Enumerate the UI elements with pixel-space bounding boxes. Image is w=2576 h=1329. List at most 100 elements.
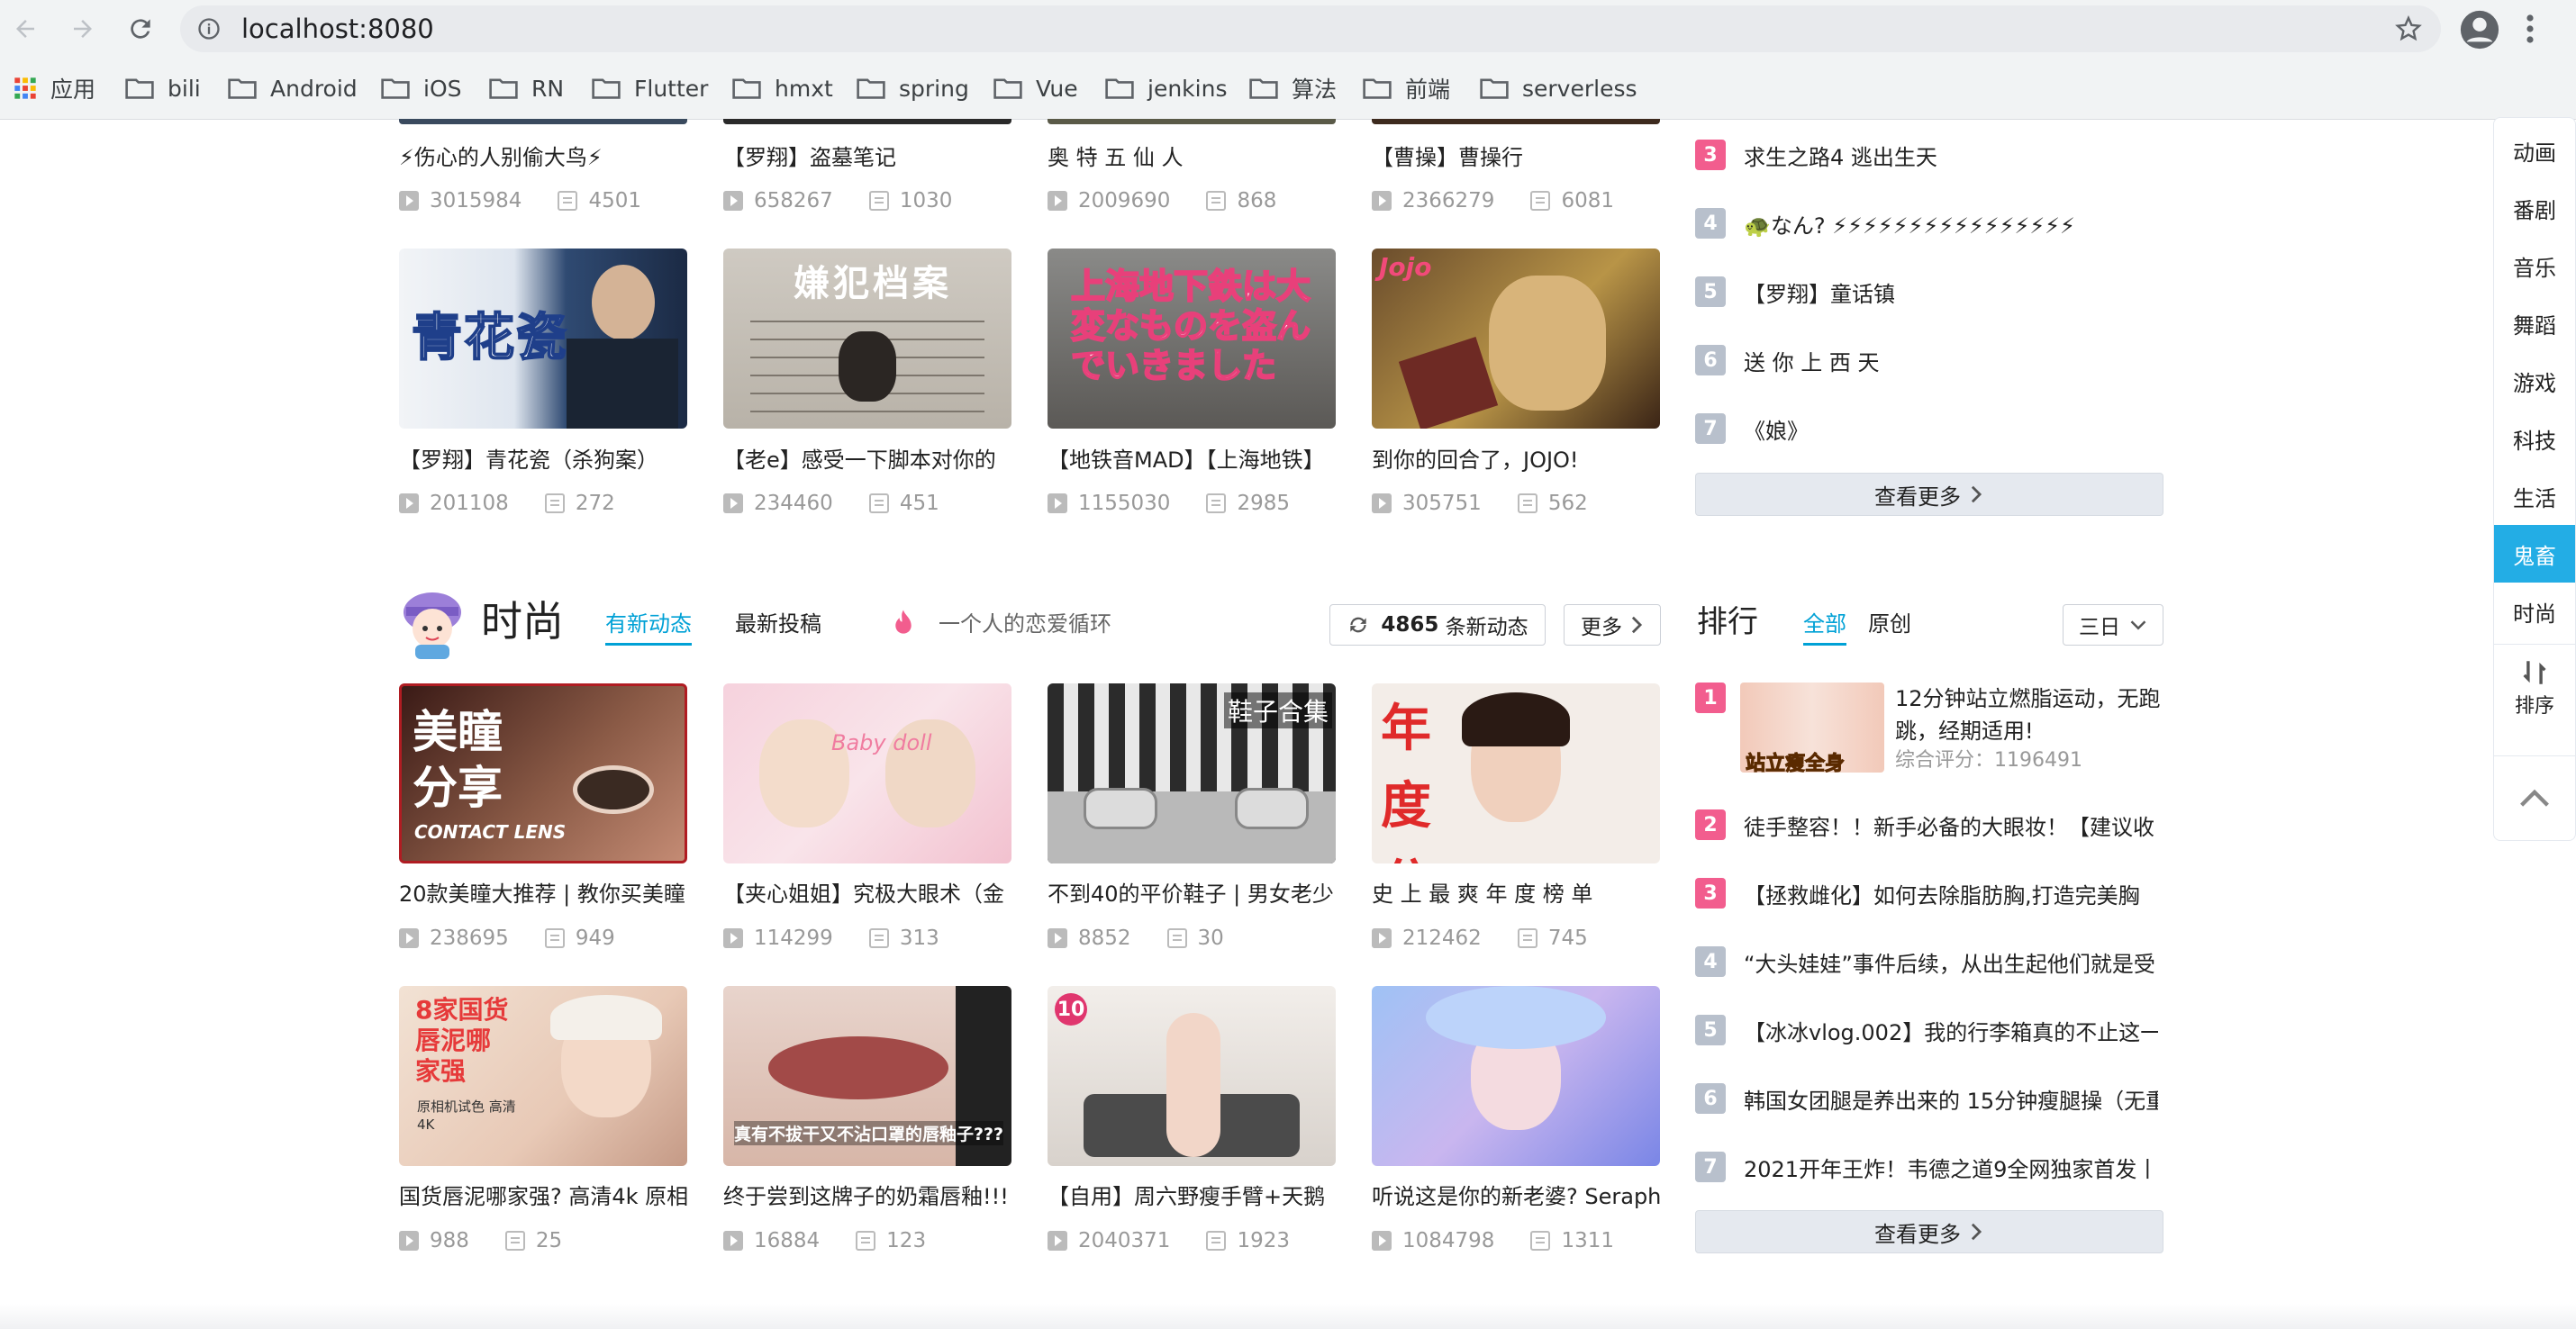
video-title[interactable]: 【老e】感受一下脚本对你的 [723,445,1020,475]
rank-thumbnail[interactable]: 站立瘦全身 [1740,683,1884,773]
bookmark-folder-spring[interactable]: spring [856,72,969,104]
folder-icon [228,78,257,99]
video-thumbnail[interactable]: Jojo [1372,249,1660,429]
person-head [839,331,896,402]
sidenav-item[interactable]: 游戏 [2494,352,2575,410]
video-thumbnail[interactable]: 10 [1048,986,1336,1166]
tab-new-activity[interactable]: 有新动态 [605,609,692,639]
card [1398,337,1499,429]
danmaku-count: 2985 [1237,492,1290,515]
video-title[interactable]: 史 上 最 爽 年 度 榜 单 [1372,879,1669,909]
danmaku-icon [1530,1231,1551,1251]
bookmark-folder-jenkins[interactable]: jenkins [1104,72,1227,104]
sidenav-item[interactable]: 音乐 [2494,237,2575,294]
tab-latest-upload[interactable]: 最新投稿 [735,609,821,639]
back-to-top-button[interactable] [2494,755,2575,841]
video-thumbnail[interactable]: 真有不拔干又不沾口罩的唇釉子??? [723,986,1011,1166]
video-thumbnail[interactable]: 年度分享 [1372,683,1660,863]
url-text[interactable]: localhost:8080 [241,14,434,43]
more-button[interactable]: 更多 [1564,604,1661,646]
forward-button[interactable] [67,13,99,45]
folder-icon [1363,78,1392,99]
video-title[interactable]: 不到40的平价鞋子 | 男女老少 [1048,879,1345,909]
video-thumbnail-cropped[interactable] [399,119,687,124]
rank-item[interactable]: 7 《娘》 [1695,411,2163,447]
tab-rank-original[interactable]: 原创 [1868,609,1911,639]
bookmark-folder-hmxt[interactable]: hmxt [731,72,833,104]
video-thumbnail-cropped[interactable] [723,119,1011,124]
arrow-left-icon [16,20,34,38]
back-button[interactable] [9,13,41,45]
character-face [1489,276,1606,411]
rank-item[interactable]: 6 送 你 上 西 天 [1695,342,2163,378]
view-more-button[interactable]: 查看更多 [1695,1210,2163,1253]
rank-item[interactable]: 2 徒手整容！！新手必备的大眼妆！【建议收 [1695,807,2163,843]
bookmark-apps[interactable]: 应用 [13,72,95,104]
bookmark-folder-algorithm[interactable]: 算法 [1248,72,1337,104]
video-title[interactable]: 听说这是你的新老婆? Seraph [1372,1181,1669,1212]
tab-rank-all[interactable]: 全部 [1803,609,1846,639]
period-dropdown[interactable]: 三日 [2063,604,2163,646]
sidenav-item[interactable]: 科技 [2494,410,2575,467]
video-title[interactable]: 20款美瞳大推荐 | 教你买美瞳 [399,879,696,909]
sidenav-item[interactable]: 生活 [2494,467,2575,525]
sidenav-item[interactable]: 番剧 [2494,179,2575,237]
new-activity-button[interactable]: 4865 条新动态 [1329,604,1546,646]
bookmark-folder-android[interactable]: Android [227,72,358,104]
bookmark-folder-flutter[interactable]: Flutter [591,72,708,104]
sidenav-item[interactable]: 时尚 [2494,583,2575,640]
hot-topic-link[interactable]: 一个人的恋爱循环 [939,609,1111,639]
video-thumbnail[interactable]: 美瞳分享 CONTACT LENS [399,683,687,863]
video-thumbnail[interactable]: 上海地下鉄は大変なものを盗んでいきました [1048,249,1336,429]
rank-item[interactable]: 7 2021开年王炸！韦德之道9全网独家首发丨Z [1695,1149,2163,1185]
video-thumbnail[interactable]: Baby doll [723,683,1011,863]
video-thumbnail-cropped[interactable] [1372,119,1660,124]
rank-item[interactable]: 6 韩国女团腿是养出来的 15分钟瘦腿操（无重 [1695,1080,2163,1117]
video-thumbnail[interactable]: 8家国货唇泥哪家强 原相机试色 高清4K [399,986,687,1166]
rank-item[interactable]: 4 🐢なん? ⚡⚡⚡⚡⚡⚡⚡⚡⚡⚡⚡⚡⚡⚡⚡⚡ [1695,205,2163,241]
video-thumbnail[interactable] [1372,986,1660,1166]
profile-avatar-icon[interactable] [2459,9,2500,54]
rank-item[interactable]: 3 【拯救雌化】如何去除脂肪胸,打造完美胸 [1695,875,2163,911]
video-title[interactable]: 【夹心姐姐】究极大眼术（金 [723,879,1020,909]
video-title[interactable]: 【曹操】曹操行 [1372,142,1669,173]
video-title[interactable]: 【罗翔】盗墓笔记 [723,142,1020,173]
rank-item[interactable]: 5 【罗翔】童话镇 [1695,274,2163,310]
bookmark-label: Vue [1036,75,1078,102]
video-title[interactable]: 国货唇泥哪家强? 高清4k 原相 [399,1181,696,1212]
video-title[interactable]: 【罗翔】青花瓷（杀狗案） [399,445,696,475]
bookmark-folder-ios[interactable]: iOS [380,72,462,104]
bookmark-folder-rn[interactable]: RN [488,72,564,104]
bookmark-folder-vue[interactable]: Vue [993,72,1078,104]
video-title[interactable]: 【地铁音MAD】【上海地铁】 [1048,445,1345,475]
sidenav-item[interactable]: 舞蹈 [2494,294,2575,352]
reload-button[interactable] [124,13,157,45]
view-more-button[interactable]: 查看更多 [1695,473,2163,516]
video-title[interactable]: 奥 特 五 仙 人 [1048,142,1345,173]
rank-item-featured[interactable]: 1 站立瘦全身 12分钟站立燃脂运动，无跑跳，经期适用! 综合评分：119649… [1695,683,2163,776]
video-thumbnail[interactable]: 嫌犯档案 [723,249,1011,429]
rank-item[interactable]: 4 “大头娃娃”事件后续，从出生起他们就是受 [1695,944,2163,980]
video-title[interactable]: 【自用】周六野瘦手臂+天鹅 [1048,1181,1345,1212]
info-icon[interactable] [196,16,222,45]
sidenav-item-active[interactable]: 鬼畜 [2494,525,2575,583]
video-thumbnail[interactable]: 青花瓷 [399,249,687,429]
sort-button[interactable]: 排序 [2494,644,2575,731]
video-thumbnail[interactable]: 鞋子合集 [1048,683,1336,863]
rank-item[interactable]: 5 【冰冰vlog.002】我的行李箱真的不止这一 [1695,1012,2163,1048]
sidenav-item[interactable]: 动画 [2494,122,2575,179]
video-stats: 1084798 1311 [1372,1227,1614,1254]
bookmark-folder-bili[interactable]: bili [124,72,201,104]
video-title[interactable]: 终于尝到这牌子的奶霜唇釉!!! [723,1181,1020,1212]
video-title[interactable]: ⚡伤心的人别偷大鸟⚡ [399,142,696,173]
video-thumbnail-cropped[interactable] [1048,119,1336,124]
rank-item[interactable]: 3 求生之路4 逃出生天 [1695,137,2163,173]
bookmark-folder-serverless[interactable]: serverless [1479,72,1637,104]
kebab-menu-icon[interactable] [2526,13,2535,49]
thumbnail-caption: 10 [1055,993,1087,1026]
bookmark-star-icon[interactable] [2394,14,2423,47]
bookmark-folder-frontend[interactable]: 前端 [1362,72,1450,104]
new-activity-label: 条新动态 [1445,616,1528,639]
address-bar[interactable]: localhost:8080 [180,5,2441,52]
video-title[interactable]: 到你的回合了，JOJO! [1372,445,1669,475]
